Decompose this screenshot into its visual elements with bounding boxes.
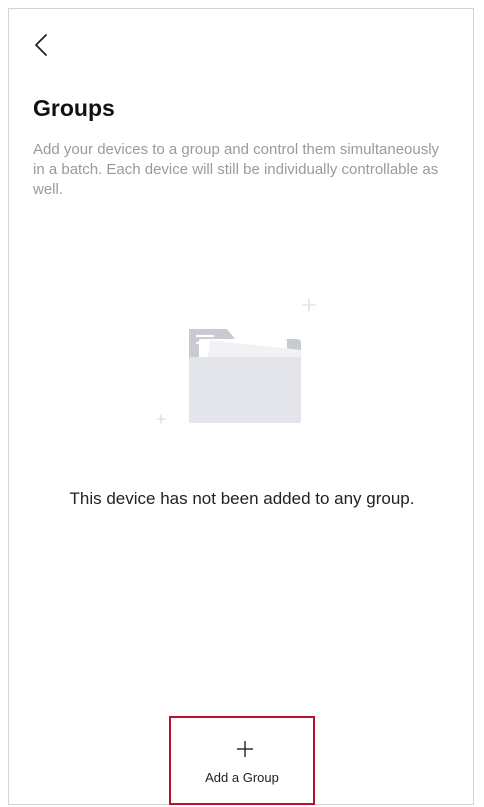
app-screen: Groups Add your devices to a group and c… (8, 8, 474, 805)
page-description: Add your devices to a group and control … (33, 141, 440, 198)
page-title: Groups (33, 95, 115, 121)
folder-icon (156, 298, 316, 424)
empty-state-message: This device has not been added to any gr… (69, 489, 415, 508)
back-button[interactable] (31, 31, 53, 59)
add-group-label: Add a Group (205, 770, 279, 785)
empty-state-illustration (156, 297, 323, 433)
plus-icon (237, 741, 253, 757)
add-group-button[interactable]: Add a Group (169, 716, 315, 805)
chevron-left-icon (35, 34, 47, 56)
